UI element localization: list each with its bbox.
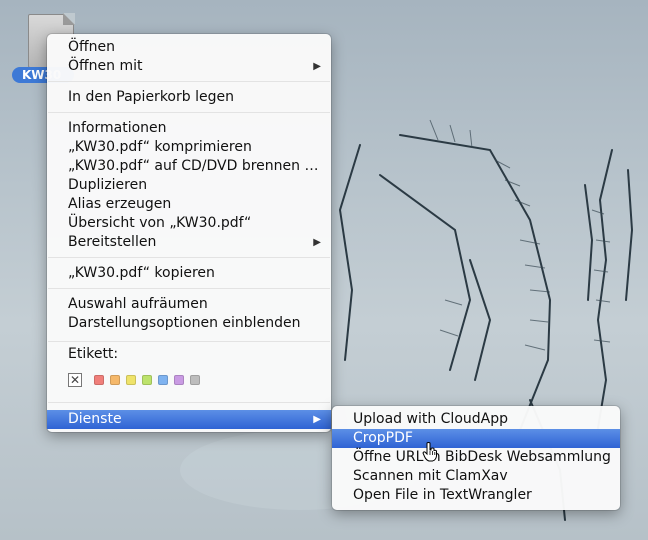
- menu-item-o-ffnen-mit[interactable]: Öffnen mit ▶: [47, 57, 331, 76]
- menu-item-label: Dienste: [68, 411, 122, 427]
- menu-item-label: Öffnen: [68, 39, 116, 55]
- menu-item-bereitstellen[interactable]: Bereitstellen ▶: [47, 233, 331, 252]
- menu-item-in-den-papierkorb-legen[interactable]: In den Papierkorb legen: [47, 88, 331, 107]
- menu-separator: [48, 257, 330, 258]
- label-color-swatch[interactable]: [110, 375, 120, 385]
- label-color-swatch[interactable]: [174, 375, 184, 385]
- menu-item-label: Öffnen mit: [68, 58, 143, 74]
- menu-separator: [48, 402, 330, 403]
- service-item-label: CropPDF: [353, 430, 413, 446]
- menu-item-o-ffnen[interactable]: Öffnen: [47, 38, 331, 57]
- label-color-swatch[interactable]: [158, 375, 168, 385]
- menu-separator: [48, 112, 330, 113]
- menu-item-label: „KW30.pdf“ auf CD/DVD brennen …: [68, 158, 319, 174]
- label-color-swatch[interactable]: [142, 375, 152, 385]
- label-color-swatch[interactable]: [94, 375, 104, 385]
- menu-item-duplizieren[interactable]: Duplizieren: [47, 176, 331, 195]
- service-item-croppdf[interactable]: CropPDF: [332, 429, 620, 448]
- submenu-arrow-icon: ▶: [313, 237, 321, 248]
- menu-item-alias-erzeugen[interactable]: Alias erzeugen: [47, 195, 331, 214]
- label-heading: Etikett:: [68, 346, 119, 362]
- menu-item-label: „KW30.pdf“ komprimieren: [68, 139, 252, 155]
- menu-item-label: „KW30.pdf“ kopieren: [68, 265, 215, 281]
- menu-separator: [48, 341, 330, 342]
- menu-item-label: In den Papierkorb legen: [68, 89, 234, 105]
- service-item-label: Upload with CloudApp: [353, 411, 508, 427]
- menu-item-u-bersicht-von-kw30-pdf[interactable]: Übersicht von „KW30.pdf“: [47, 214, 331, 233]
- menu-separator: [48, 81, 330, 82]
- service-item-scannen-mit-clamxav[interactable]: Scannen mit ClamXav: [332, 467, 620, 486]
- menu-item-dienste[interactable]: Dienste ▶: [47, 410, 331, 429]
- context-menu: Öffnen Öffnen mit ▶ In den Papierkorb legen…: [47, 34, 331, 432]
- menu-item-informationen[interactable]: Informationen: [47, 119, 331, 138]
- label-color-picker: ✕: [68, 370, 200, 390]
- menu-item-kw30-pdf-auf-cd-dvd-brennen[interactable]: „KW30.pdf“ auf CD/DVD brennen …: [47, 157, 331, 176]
- service-item-upload-with-cloudapp[interactable]: Upload with CloudApp: [332, 410, 620, 429]
- menu-item-kw30-pdf-komprimieren[interactable]: „KW30.pdf“ komprimieren: [47, 138, 331, 157]
- menu-item-label: Bereitstellen: [68, 234, 157, 250]
- service-item-o-ffne-url-in-bibdesk-websammlung[interactable]: Öffne URL in BibDesk Websammlung: [332, 448, 620, 467]
- hand-pointer-icon: [422, 442, 437, 462]
- page-fold-shape: [63, 13, 75, 25]
- menu-item-label: Darstellungsoptionen einblenden: [68, 315, 301, 331]
- menu-item-label: Informationen: [68, 120, 167, 136]
- service-item-label: Scannen mit ClamXav: [353, 468, 508, 484]
- label-color-swatch[interactable]: [126, 375, 136, 385]
- service-item-open-file-in-textwrangler[interactable]: Open File in TextWrangler: [332, 486, 620, 505]
- menu-item-kw30-pdf-kopieren[interactable]: „KW30.pdf“ kopieren: [47, 264, 331, 283]
- label-none-button[interactable]: ✕: [68, 373, 82, 387]
- submenu-arrow-icon: ▶: [313, 414, 321, 425]
- label-color-swatch[interactable]: [190, 375, 200, 385]
- menu-item-label: Alias erzeugen: [68, 196, 172, 212]
- submenu-arrow-icon: ▶: [313, 61, 321, 72]
- menu-separator: [48, 288, 330, 289]
- menu-item-auswahl-aufra-umen[interactable]: Auswahl aufräumen: [47, 295, 331, 314]
- service-item-label: Öffne URL in BibDesk Websammlung: [353, 449, 611, 465]
- menu-item-label: Duplizieren: [68, 177, 148, 193]
- menu-item-label: Übersicht von „KW30.pdf“: [68, 215, 252, 231]
- services-submenu: Upload with CloudApp CropPDF Öffne URL in …: [332, 406, 620, 510]
- menu-item-darstellungsoptionen-einblenden[interactable]: Darstellungsoptionen einblenden: [47, 314, 331, 333]
- menu-item-label: Auswahl aufräumen: [68, 296, 208, 312]
- service-item-label: Open File in TextWrangler: [353, 487, 532, 503]
